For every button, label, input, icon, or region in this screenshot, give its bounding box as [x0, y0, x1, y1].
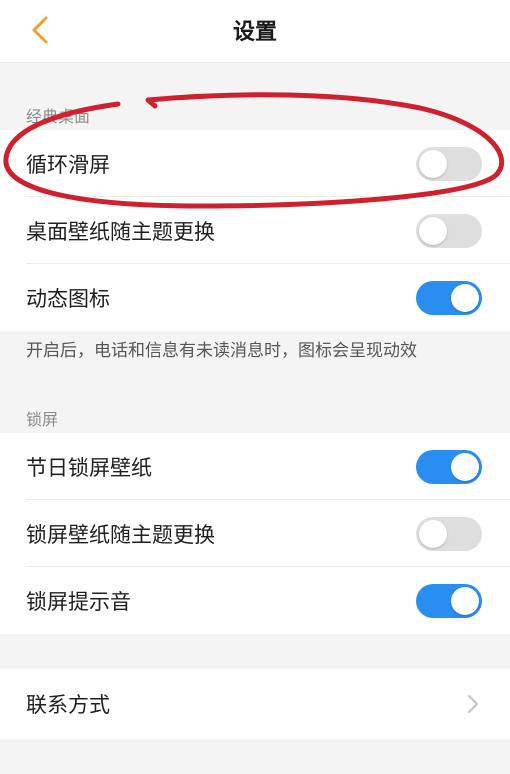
toggle-knob: [419, 519, 447, 548]
page-title: 设置: [232, 20, 277, 45]
setting-label: 循环滑屏: [26, 152, 110, 177]
cycle-scroll-toggle[interactable]: [416, 146, 482, 181]
toggle-knob: [451, 452, 479, 481]
dynamic-icons-toggle[interactable]: [416, 280, 482, 315]
setting-label: 锁屏提示音: [26, 589, 131, 614]
toggle-knob: [451, 283, 479, 312]
setting-label: 节日锁屏壁纸: [26, 455, 152, 480]
lock-wallpaper-theme-toggle[interactable]: [416, 516, 482, 551]
setting-row-lock-sound[interactable]: 锁屏提示音: [0, 567, 510, 634]
contact-label: 联系方式: [26, 693, 110, 717]
setting-row-lock-wallpaper-theme[interactable]: 锁屏壁纸随主题更换: [0, 500, 510, 567]
section-label-lockscreen: 锁屏: [26, 410, 59, 429]
top-bar: 设置: [0, 0, 510, 63]
chevron-right-icon: [468, 695, 478, 713]
setting-label: 动态图标: [26, 286, 110, 311]
setting-row-dynamic-icons[interactable]: 动态图标: [0, 264, 510, 331]
wallpaper-theme-toggle[interactable]: [416, 213, 482, 248]
toggle-knob: [419, 149, 447, 178]
setting-row-cycle-scroll[interactable]: 循环滑屏: [0, 130, 510, 197]
toggle-knob: [451, 586, 479, 615]
setting-label: 锁屏壁纸随主题更换: [26, 522, 215, 547]
setting-label: 桌面壁纸随主题更换: [26, 219, 215, 244]
section-label-desktop: 经典桌面: [26, 107, 91, 126]
setting-row-wallpaper-theme[interactable]: 桌面壁纸随主题更换: [0, 197, 510, 264]
setting-row-holiday-wallpaper[interactable]: 节日锁屏壁纸: [0, 433, 510, 500]
holiday-wallpaper-toggle[interactable]: [416, 449, 482, 484]
contact-row[interactable]: 联系方式: [0, 669, 510, 739]
toggle-knob: [419, 216, 447, 245]
dynamic-icons-note: 开启后，电话和信息有未读消息时，图标会呈现动效: [26, 341, 417, 361]
lock-sound-toggle[interactable]: [416, 583, 482, 618]
